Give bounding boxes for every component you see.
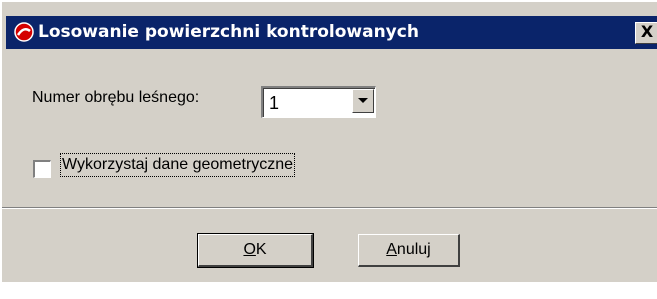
dialog-window: Losowanie powierzchni kontrolowanych X N… <box>0 0 657 282</box>
geometry-checkbox-label[interactable]: Wykorzystaj dane geometryczne <box>59 153 296 177</box>
forest-district-label: Numer obrębu leśnego: <box>32 89 200 106</box>
dropdown-button[interactable] <box>352 89 374 113</box>
geometry-checkbox[interactable] <box>33 160 51 178</box>
forest-district-select[interactable]: 1 <box>261 86 376 118</box>
cancel-label-rest: nuluj <box>396 241 431 258</box>
chevron-down-icon <box>358 98 368 103</box>
forest-district-value: 1 <box>269 93 280 113</box>
close-icon: X <box>640 22 654 41</box>
close-button[interactable]: X <box>635 22 657 44</box>
window-title: Losowanie powierzchni kontrolowanych <box>38 22 419 42</box>
ok-mnemonic: O <box>243 241 256 258</box>
ok-label-rest: K <box>255 241 267 258</box>
cancel-mnemonic: A <box>386 241 397 258</box>
separator <box>2 207 657 209</box>
cancel-button[interactable]: Anuluj <box>358 234 460 267</box>
title-bar[interactable]: Losowanie powierzchni kontrolowanych X <box>6 16 657 49</box>
background-strip <box>0 282 657 299</box>
ok-button[interactable]: OK <box>197 233 314 268</box>
app-logo-icon <box>14 22 34 42</box>
